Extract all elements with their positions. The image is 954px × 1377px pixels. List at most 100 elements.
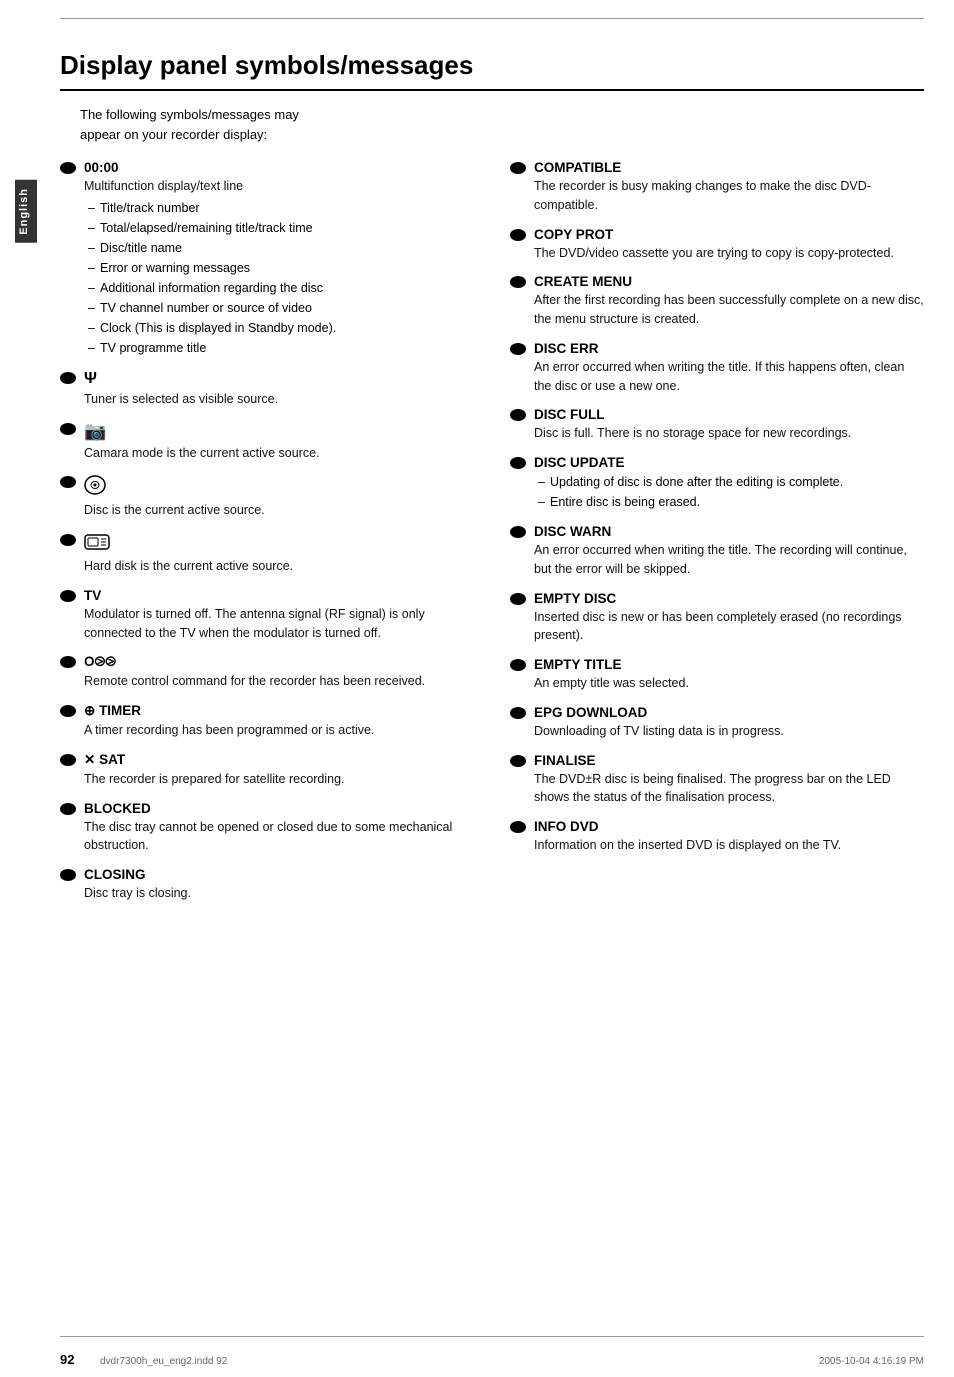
content-area: Display panel symbols/messages The follo… (60, 30, 924, 1327)
list-item: DISC WARN An error occurred when writing… (510, 524, 924, 579)
symbol-desc: Multifunction display/text line (84, 177, 480, 196)
symbol-desc: Downloading of TV listing data is in pro… (534, 722, 924, 741)
symbol-title: DISC UPDATE (534, 455, 924, 470)
symbol-title: EPG DOWNLOAD (534, 705, 924, 720)
list-item: CLOSING Disc tray is closing. (60, 867, 480, 903)
right-column: COMPATIBLE The recorder is busy making c… (510, 160, 924, 915)
bullet (510, 276, 526, 288)
bullet (60, 590, 76, 602)
symbol-desc: The DVD±R disc is being finalised. The p… (534, 770, 924, 808)
symbol-title: ⊕ TIMER (84, 703, 480, 719)
bullet (60, 372, 76, 384)
list-item: TV programme title (84, 338, 480, 358)
symbol-desc: Camara mode is the current active source… (84, 444, 480, 463)
symbol-title: Ψ (84, 370, 480, 388)
symbol-title: CLOSING (84, 867, 480, 882)
list-item: 📷 Camara mode is the current active sour… (60, 421, 480, 463)
page-wrapper: English Display panel symbols/messages T… (0, 0, 954, 1377)
symbol-desc: The recorder is busy making changes to m… (534, 177, 924, 215)
symbol-title: 📷 (84, 421, 480, 442)
list-item: ✕ SAT The recorder is prepared for satel… (60, 752, 480, 789)
footer-right: 2005-10-04 4:16:19 PM (819, 1356, 924, 1367)
list-item: ⊕ TIMER A timer recording has been progr… (60, 703, 480, 740)
bottom-border (60, 1336, 924, 1337)
symbol-desc: An error occurred when writing the title… (534, 541, 924, 579)
bullet (60, 869, 76, 881)
bullet (510, 457, 526, 469)
symbol-desc: An error occurred when writing the title… (534, 358, 924, 396)
intro-line1: The following symbols/messages may (80, 107, 299, 122)
symbol-content: EMPTY TITLE An empty title was selected. (534, 657, 924, 693)
symbol-title: DISC WARN (534, 524, 924, 539)
remote-icon: O⧁⧁ (84, 654, 116, 669)
bullet (60, 803, 76, 815)
symbol-content: FINALISE The DVD±R disc is being finalis… (534, 753, 924, 808)
list-item: Clock (This is displayed in Standby mode… (84, 318, 480, 338)
symbol-content: Ψ Tuner is selected as visible source. (84, 370, 480, 409)
symbol-content: DISC UPDATE Updating of disc is done aft… (534, 455, 924, 512)
list-item: BLOCKED The disc tray cannot be opened o… (60, 801, 480, 856)
list-item: EMPTY DISC Inserted disc is new or has b… (510, 591, 924, 646)
symbol-title: CREATE MENU (534, 274, 924, 289)
symbol-content: EMPTY DISC Inserted disc is new or has b… (534, 591, 924, 646)
intro-text: The following symbols/messages may appea… (80, 105, 924, 144)
timer-icon: ⊕ (84, 703, 95, 718)
top-border (60, 18, 924, 19)
symbol-content: Disc is the current active source. (84, 474, 480, 520)
page-number: 92 (60, 1352, 74, 1367)
hdd-icon (84, 532, 110, 552)
symbol-title: DISC ERR (534, 341, 924, 356)
symbol-desc: Disc tray is closing. (84, 884, 480, 903)
bullet (60, 423, 76, 435)
list-item: Updating of disc is done after the editi… (534, 472, 924, 492)
list-item: DISC UPDATE Updating of disc is done aft… (510, 455, 924, 512)
sub-list: Title/track number Total/elapsed/remaini… (84, 198, 480, 358)
symbol-desc: Tuner is selected as visible source. (84, 390, 480, 409)
symbol-content: Hard disk is the current active source. (84, 532, 480, 576)
symbol-title: BLOCKED (84, 801, 480, 816)
list-item: COPY PROT The DVD/video cassette you are… (510, 227, 924, 263)
disc-icon (84, 474, 106, 496)
symbol-title: TV (84, 588, 480, 603)
symbol-desc: After the first recording has been succe… (534, 291, 924, 329)
bullet (510, 162, 526, 174)
symbol-desc: Hard disk is the current active source. (84, 557, 480, 576)
list-item: COMPATIBLE The recorder is busy making c… (510, 160, 924, 215)
list-item: Hard disk is the current active source. (60, 532, 480, 576)
sub-list: Updating of disc is done after the editi… (534, 472, 924, 512)
symbol-title: DISC FULL (534, 407, 924, 422)
list-item: DISC ERR An error occurred when writing … (510, 341, 924, 396)
list-item: DISC FULL Disc is full. There is no stor… (510, 407, 924, 443)
symbol-desc: Disc is the current active source. (84, 501, 480, 520)
camera-icon: 📷 (84, 421, 106, 441)
list-item: Disc/title name (84, 238, 480, 258)
columns: 00:00 Multifunction display/text line Ti… (60, 160, 924, 915)
bullet (60, 534, 76, 546)
bullet (510, 755, 526, 767)
bullet (510, 526, 526, 538)
page-title: Display panel symbols/messages (60, 50, 924, 91)
symbol-desc: An empty title was selected. (534, 674, 924, 693)
symbol-content: DISC ERR An error occurred when writing … (534, 341, 924, 396)
symbol-content: CLOSING Disc tray is closing. (84, 867, 480, 903)
symbol-content: DISC WARN An error occurred when writing… (534, 524, 924, 579)
symbol-desc: The recorder is prepared for satellite r… (84, 770, 480, 789)
symbol-content: O⧁⧁ Remote control command for the recor… (84, 654, 480, 691)
symbol-desc: A timer recording has been programmed or… (84, 721, 480, 740)
symbol-content: COPY PROT The DVD/video cassette you are… (534, 227, 924, 263)
list-item: O⧁⧁ Remote control command for the recor… (60, 654, 480, 691)
list-item: 00:00 Multifunction display/text line Ti… (60, 160, 480, 358)
symbol-content: BLOCKED The disc tray cannot be opened o… (84, 801, 480, 856)
list-item: Entire disc is being erased. (534, 492, 924, 512)
tuner-icon: Ψ (84, 370, 97, 387)
list-item: CREATE MENU After the first recording ha… (510, 274, 924, 329)
symbol-title: FINALISE (534, 753, 924, 768)
symbol-content: ⊕ TIMER A timer recording has been progr… (84, 703, 480, 740)
list-item: FINALISE The DVD±R disc is being finalis… (510, 753, 924, 808)
bullet (510, 593, 526, 605)
symbol-content: COMPATIBLE The recorder is busy making c… (534, 160, 924, 215)
symbol-title: EMPTY TITLE (534, 657, 924, 672)
footer-left: dvdr7300h_eu_eng2.indd 92 (100, 1356, 227, 1367)
symbol-title: EMPTY DISC (534, 591, 924, 606)
sat-icon: ✕ (84, 752, 95, 767)
